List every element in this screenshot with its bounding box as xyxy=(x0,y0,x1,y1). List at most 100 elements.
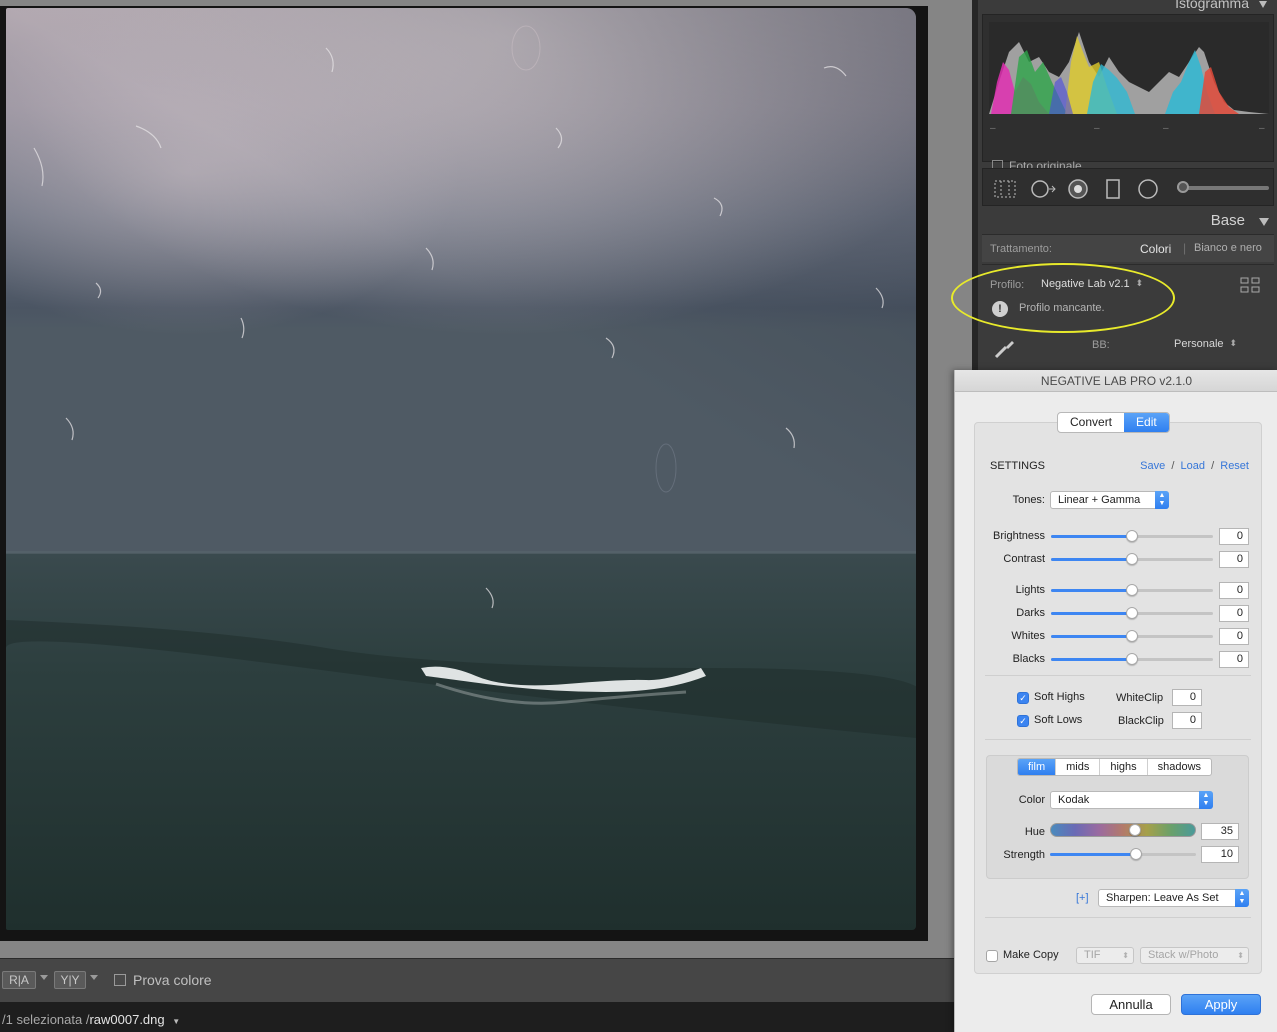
color-model-dropdown[interactable]: Kodak ▲ ▼ xyxy=(1050,791,1213,809)
strength-slider[interactable] xyxy=(1050,848,1196,860)
color-label: Color xyxy=(1018,794,1045,806)
tool-strip xyxy=(982,168,1274,206)
divider xyxy=(985,739,1251,740)
contrast-slider[interactable] xyxy=(1051,553,1213,565)
tab-edit[interactable]: Edit xyxy=(1124,413,1169,432)
white-balance-dropdown[interactable]: Personale ⬍ xyxy=(1174,338,1237,350)
lights-slider[interactable] xyxy=(1051,584,1213,596)
treatment-row: Trattamento: Colori | Bianco e nero xyxy=(982,234,1274,262)
selection-breadcrumb[interactable]: /1 selezionata /raw0007.dng ▼ xyxy=(2,1012,180,1027)
darks-slider[interactable] xyxy=(1051,607,1213,619)
tab-convert[interactable]: Convert xyxy=(1058,413,1124,432)
tab-mids[interactable]: mids xyxy=(1055,759,1099,775)
chevron-down-icon[interactable]: ▼ xyxy=(172,1017,180,1026)
blacks-label: Blacks xyxy=(1012,653,1045,665)
soft-proof-checkbox[interactable] xyxy=(114,974,126,986)
whites-slider[interactable] xyxy=(1051,630,1213,642)
before-after-dropdown-arrow[interactable] xyxy=(40,975,48,980)
before-after-button[interactable]: R|A xyxy=(2,971,36,989)
tab-film[interactable]: film xyxy=(1018,759,1056,775)
color-range-segmented-control: film mids highs shadows xyxy=(1017,758,1213,776)
negative-lab-pro-dialog: NEGATIVE LAB PRO v2.1.0 Convert Edit SET… xyxy=(954,370,1277,1032)
histogram-title: Istogramma xyxy=(1175,0,1249,11)
stepper-arrows-icon: ▲ ▼ xyxy=(1235,889,1249,907)
brightness-slider[interactable] xyxy=(1051,530,1213,542)
collapse-triangle-icon[interactable] xyxy=(1259,1,1267,8)
whiteclip-input[interactable]: 0 xyxy=(1172,689,1202,706)
color-model-value: Kodak xyxy=(1058,794,1090,806)
contrast-slider-fill xyxy=(1051,558,1132,561)
collapse-triangle-icon[interactable] xyxy=(1259,218,1269,226)
hue-slider[interactable] xyxy=(1050,824,1196,836)
selected-filename: raw0007.dng xyxy=(89,1012,165,1027)
save-link[interactable]: Save xyxy=(1140,460,1165,472)
treatment-label: Trattamento: xyxy=(990,243,1052,255)
darks-input[interactable]: 0 xyxy=(1219,605,1249,622)
whites-input[interactable]: 0 xyxy=(1219,628,1249,645)
strength-input[interactable]: 10 xyxy=(1201,846,1239,863)
treatment-bw-option[interactable]: Bianco e nero xyxy=(1194,242,1262,254)
tones-value: Linear + Gamma xyxy=(1058,494,1141,506)
cancel-button[interactable]: Annulla xyxy=(1091,994,1171,1015)
blacks-slider[interactable] xyxy=(1051,653,1213,665)
strength-slider-knob[interactable] xyxy=(1130,848,1143,860)
copy-mode-dropdown[interactable]: Stack w/Photo ⬍ xyxy=(1140,947,1249,964)
treatment-separator: | xyxy=(1183,241,1187,255)
reset-link[interactable]: Reset xyxy=(1220,460,1249,472)
brightness-input[interactable]: 0 xyxy=(1219,528,1249,545)
darks-slider-knob[interactable] xyxy=(1126,607,1138,619)
treatment-color-option[interactable]: Colori xyxy=(1140,242,1171,256)
copy-mode-value: Stack w/Photo xyxy=(1148,949,1219,961)
stepper-arrows-icon: ▲ ▼ xyxy=(1155,491,1169,509)
add-step-link[interactable]: [+] xyxy=(1076,892,1089,904)
blackclip-input[interactable]: 0 xyxy=(1172,712,1202,729)
mode-segmented-control: Convert Edit xyxy=(1057,412,1170,433)
apply-button[interactable]: Apply xyxy=(1181,994,1261,1015)
histogram-graph[interactable] xyxy=(989,22,1269,114)
crop-overlay-icon[interactable] xyxy=(993,179,1017,199)
tab-shadows[interactable]: shadows xyxy=(1146,759,1211,775)
lights-slider-fill xyxy=(1051,589,1132,592)
histogram-header[interactable]: Istogramma xyxy=(1175,0,1267,11)
tones-dropdown[interactable]: Linear + Gamma ▲ ▼ xyxy=(1050,491,1169,509)
white-balance-eyedropper-icon[interactable] xyxy=(992,335,1018,361)
make-copy-checkbox[interactable] xyxy=(986,950,998,962)
tab-highs[interactable]: highs xyxy=(1099,759,1146,775)
hue-input[interactable]: 35 xyxy=(1201,823,1239,840)
dialog-title: NEGATIVE LAB PRO v2.1.0 xyxy=(955,370,1277,392)
copy-format-dropdown[interactable]: TIF ⬍ xyxy=(1076,947,1134,964)
lightroom-window: R|A Y|Y Prova colore /1 selezionata /raw… xyxy=(0,0,1277,1032)
soft-highs-checkbox[interactable]: ✓ xyxy=(1017,692,1029,704)
stepper-arrows-icon: ▲ ▼ xyxy=(1199,791,1213,809)
lights-input[interactable]: 0 xyxy=(1219,582,1249,599)
soft-lows-label: Soft Lows xyxy=(1034,714,1083,726)
graduated-filter-icon[interactable] xyxy=(1105,179,1121,199)
profile-browser-grid-icon[interactable] xyxy=(1240,277,1260,293)
sharpen-dropdown[interactable]: Sharpen: Leave As Set ▲ ▼ xyxy=(1098,889,1249,907)
hue-label: Hue xyxy=(1024,826,1045,838)
lights-slider-knob[interactable] xyxy=(1126,584,1138,596)
photo-image[interactable] xyxy=(6,8,916,930)
swap-view-button[interactable]: Y|Y xyxy=(54,971,86,989)
whites-slider-knob[interactable] xyxy=(1126,630,1138,642)
radial-filter-icon[interactable] xyxy=(1137,179,1159,199)
blacks-slider-knob[interactable] xyxy=(1126,653,1138,665)
red-eye-icon[interactable] xyxy=(1067,179,1089,199)
contrast-input[interactable]: 0 xyxy=(1219,551,1249,568)
swap-view-dropdown-arrow[interactable] xyxy=(90,975,98,980)
hue-slider-knob[interactable] xyxy=(1128,824,1141,836)
adjustment-brush-slider[interactable] xyxy=(1177,186,1269,190)
base-panel-header[interactable]: Base xyxy=(978,206,1277,234)
darks-label: Darks xyxy=(1016,607,1045,619)
whites-slider-fill xyxy=(1051,635,1132,638)
contrast-slider-knob[interactable] xyxy=(1126,553,1138,565)
blacks-input[interactable]: 0 xyxy=(1219,651,1249,668)
sharpen-value: Sharpen: Leave As Set xyxy=(1106,892,1219,904)
load-link[interactable]: Load xyxy=(1180,460,1204,472)
spot-removal-icon[interactable] xyxy=(1029,179,1057,199)
soft-lows-checkbox[interactable]: ✓ xyxy=(1017,715,1029,727)
selection-count: /1 selezionata / xyxy=(2,1012,90,1027)
adjustment-brush-knob[interactable] xyxy=(1177,181,1189,193)
brightness-slider-knob[interactable] xyxy=(1126,530,1138,542)
status-bar: /1 selezionata /raw0007.dng ▼ xyxy=(0,1002,972,1032)
